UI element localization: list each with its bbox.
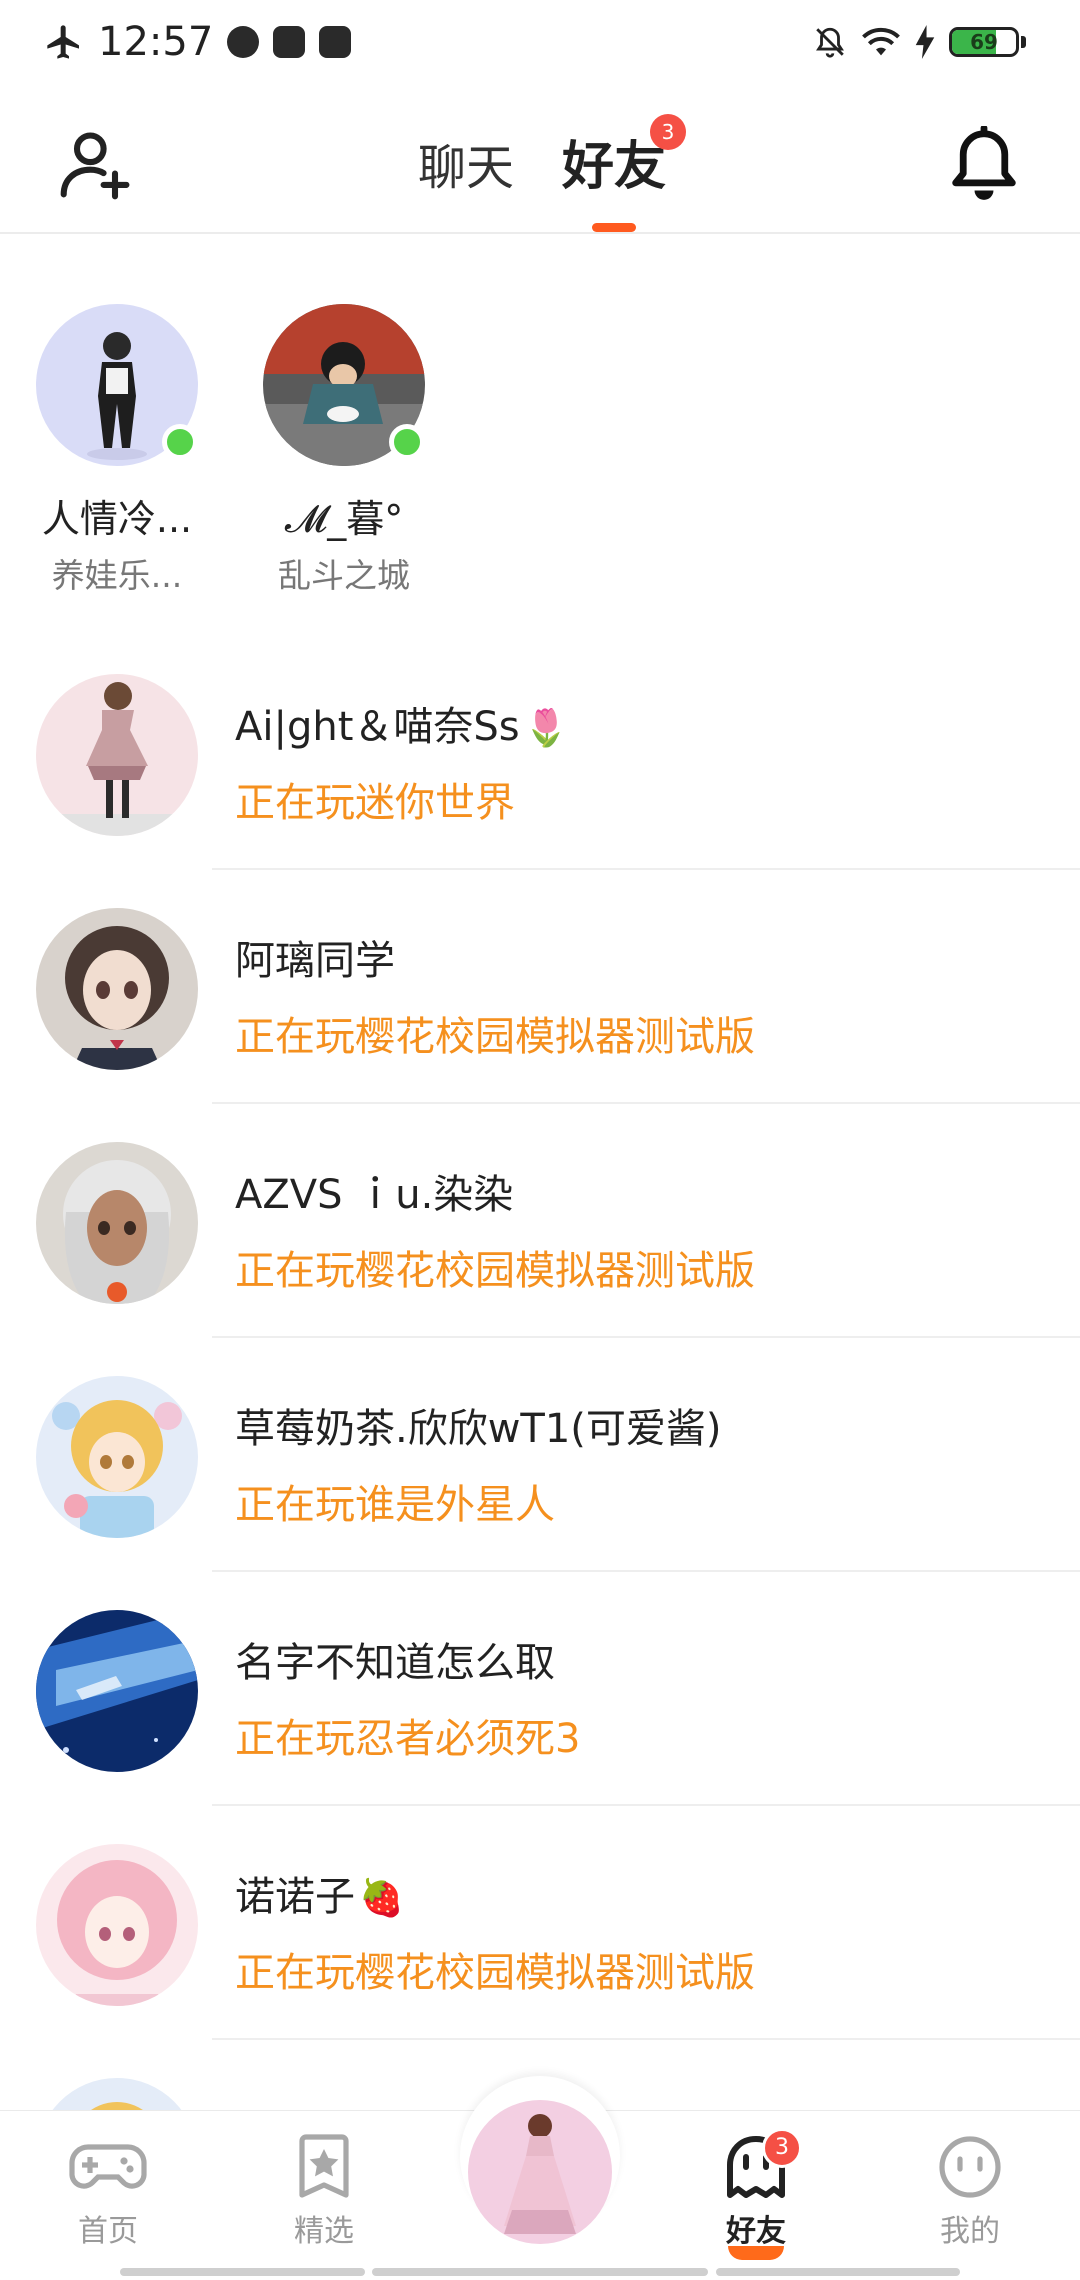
airplane-icon [47,25,79,59]
status-bar-right: 69 [813,20,1026,64]
online-friend-game: 养娃乐... [51,556,183,595]
friend-row[interactable]: 诺诺子 🍓 正在玩樱花校园模拟器测试版 [0,1806,1080,2040]
star-bookmark-icon [284,2134,364,2200]
avatar[interactable] [36,304,198,466]
avatar[interactable] [36,1376,198,1538]
nav-friends[interactable]: 3 好友 [686,2128,826,2260]
avatar[interactable] [263,304,425,466]
bell-icon [952,124,1016,200]
charging-icon [915,25,935,59]
mail-icon [273,26,306,58]
status-bar-left: 12:57 [44,18,352,66]
avatar[interactable] [36,1844,198,2006]
friend-name: 诺诺子 [235,1874,355,1920]
online-friend-card[interactable]: 𝓜_暮° 乱斗之城 [259,304,429,597]
strawberry-emoji-icon: 🍓 [359,1878,404,1919]
friend-status: 正在玩樱花校园模拟器测试版 [235,1248,755,1294]
status-bar: 12:57 69 [0,0,1080,84]
friend-status: 正在玩迷你世界 [235,780,515,826]
friend-row[interactable]: Ai|ght＆喵奈Ss 🌷 正在玩迷你世界 [0,636,1080,870]
avatar[interactable] [36,674,198,836]
friend-name-row: 诺诺子 🍓 [235,1864,404,1922]
friend-name: AZVS ｉu.染染 [235,1172,514,1218]
top-header: 聊天 好友 3 [0,84,1080,234]
tab-chat[interactable]: 聊天 [418,128,514,198]
friend-status: 正在玩忍者必须死3 [235,1716,581,1762]
mute-icon [816,27,844,58]
friend-status: 正在玩樱花校园模拟器测试版 [235,1014,755,1060]
friend-name-row: 草莓奶茶.欣欣wT1(可爱酱) [235,1396,722,1454]
online-friend-name: 人情冷... [41,497,193,541]
friend-list: Ai|ght＆喵奈Ss🌷 正在玩迷你世界 阿璃同学 正在玩樱花校园模拟器测试版 [0,636,1080,2274]
profile-avatar[interactable] [468,2100,612,2244]
battery-level: 69 [970,30,998,54]
friend-name-row: 名字不知道怎么取 [235,1630,555,1688]
friend-status: 正在玩樱花校园模拟器测试版 [235,1950,755,1996]
gesture-bar [372,2268,708,2276]
active-tab-indicator [592,223,636,232]
avatar[interactable] [36,908,198,1070]
friend-name-row: Ai|ght＆喵奈Ss 🌷 [235,694,568,752]
friend-row[interactable]: AZVS ｉu.染染 正在玩樱花校园模拟器测试版 [0,1104,1080,1338]
nav-featured[interactable]: 精选 [254,2134,394,2250]
online-indicator [389,424,425,460]
notifications-button[interactable] [950,124,1018,202]
gesture-bar [716,2268,960,2276]
tab-friends-badge: 3 [650,114,686,150]
clock: 12:57 [98,19,214,65]
add-friend-icon [60,132,130,200]
online-indicator [162,424,198,460]
friend-name: 名字不知道怎么取 [235,1640,555,1686]
friend-name: 阿璃同学 [235,938,395,984]
friend-name-row: AZVS ｉu.染染 [235,1162,513,1220]
avatar[interactable] [36,1142,198,1304]
nav-label: 首页 [78,2214,138,2249]
online-friend-game: 乱斗之城 [278,556,410,595]
online-friend-card[interactable]: 人情冷... 养娃乐... [32,304,202,597]
nav-label: 我的 [940,2214,1000,2249]
ghost-icon: 3 [716,2128,802,2200]
online-friend-name: 𝓜_暮° [284,497,404,541]
gamepad-icon [68,2134,148,2200]
friend-row[interactable]: 名字不知道怎么取 正在玩忍者必须死3 [0,1572,1080,1806]
friend-name: Ai|ght＆喵奈Ss [235,704,520,750]
friend-status: 正在玩谁是外星人 [235,1482,555,1528]
nav-label: 好友 [726,2214,786,2249]
friend-name-row: 阿璃同学 [235,928,395,986]
friend-row[interactable]: 草莓奶茶.欣欣wT1(可爱酱) 正在玩谁是外星人 [0,1338,1080,1572]
wifi-icon [862,27,900,56]
music-app-icon [319,26,352,58]
nav-profile[interactable]: 我的 [900,2134,1040,2250]
friend-name: 草莓奶茶.欣欣wT1(可爱酱) [235,1406,722,1452]
nav-home[interactable]: 首页 [38,2134,178,2250]
smiley-face-icon [930,2134,1010,2200]
nav-friends-badge: 3 [762,2128,802,2168]
friend-row[interactable]: 阿璃同学 正在玩樱花校园模拟器测试版 [0,870,1080,1104]
app-icon [227,26,260,58]
gesture-bar [120,2268,365,2276]
add-friend-button[interactable] [58,126,134,202]
avatar[interactable] [36,1610,198,1772]
nav-label: 精选 [294,2214,354,2249]
tulip-emoji-icon: 🌷 [523,708,569,749]
battery-cap [1021,36,1026,48]
battery-icon: 69 [949,27,1019,57]
